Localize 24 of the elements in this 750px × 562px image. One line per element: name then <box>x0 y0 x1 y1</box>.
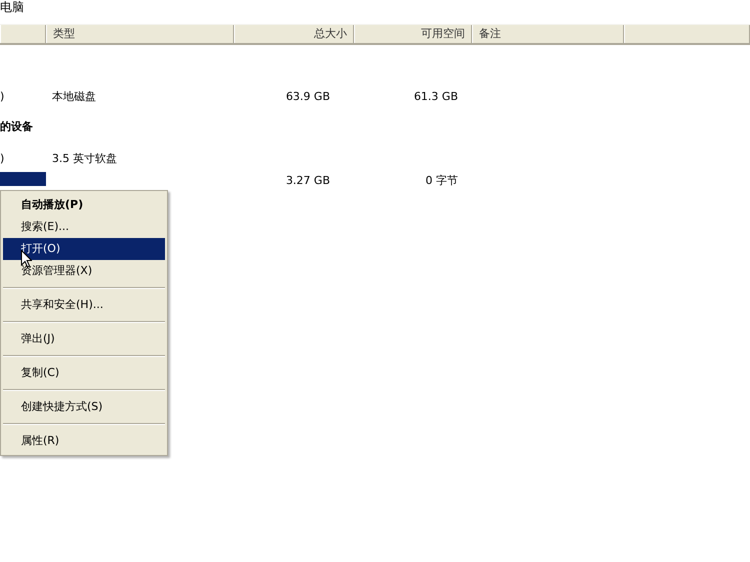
table-cell: 3.5 英寸软盘 <box>52 152 117 164</box>
column-header[interactable]: 备注 <box>472 25 624 43</box>
column-header[interactable]: 总大小 <box>234 25 354 43</box>
column-header[interactable]: 类型 <box>46 25 234 43</box>
menu-item[interactable]: 属性(R) <box>3 430 165 452</box>
table-cell: 61.3 GB <box>414 90 458 102</box>
table-cell: 本地磁盘 <box>52 90 96 102</box>
table-cell: 0 字节 <box>426 174 458 186</box>
table-cell: 63.9 GB <box>286 90 330 102</box>
table-cell[interactable]: ) <box>0 90 46 102</box>
menu-item[interactable]: 搜索(E)... <box>3 216 165 238</box>
table-cell[interactable]: ) <box>0 152 46 164</box>
column-header[interactable] <box>0 25 46 43</box>
menu-item[interactable]: 资源管理器(X) <box>3 260 165 282</box>
menu-item[interactable]: 自动播放(P) <box>3 194 165 216</box>
table-cell: 3.27 GB <box>286 174 330 186</box>
window-title: 电脑 <box>0 0 25 14</box>
menu-item[interactable]: 创建快捷方式(S) <box>3 396 165 418</box>
column-header[interactable]: 可用空间 <box>354 25 472 43</box>
menu-item[interactable]: 共享和安全(H)... <box>3 294 165 316</box>
table-cell[interactable] <box>0 172 46 186</box>
menu-item[interactable]: 弹出(J) <box>3 328 165 350</box>
menu-item[interactable]: 复制(C) <box>3 362 165 384</box>
group-header: 的设备 <box>0 118 33 134</box>
